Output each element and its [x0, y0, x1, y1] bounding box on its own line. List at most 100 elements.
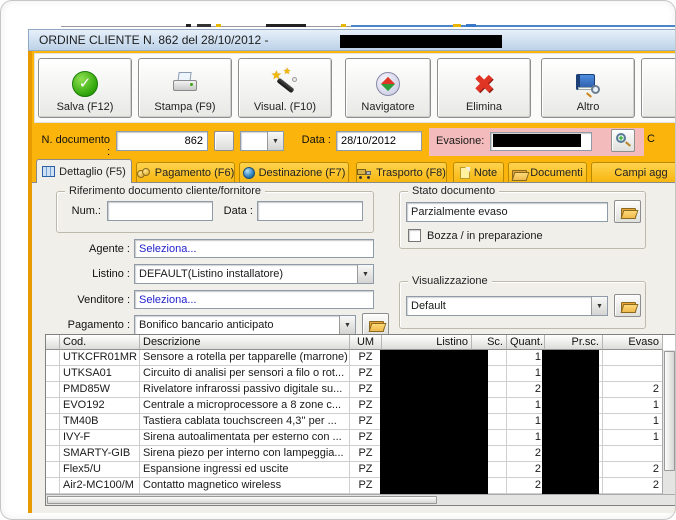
- column-header-quant[interactable]: Quant.: [507, 335, 545, 350]
- cell-evaso: 2: [603, 478, 663, 494]
- background-window-blue-edge: [351, 25, 675, 27]
- salva-button[interactable]: ✓ Salva (F12): [38, 58, 132, 118]
- elimina-button[interactable]: ✖ Elimina: [437, 58, 531, 118]
- window-titlebar[interactable]: ORDINE CLIENTE N. 862 del 28/10/2012 -: [28, 29, 675, 51]
- n-documento-label: N. documento :: [41, 134, 110, 158]
- toolbar-partial-button[interactable]: [641, 58, 675, 118]
- bozza-checkbox-row[interactable]: Bozza / in preparazione: [408, 229, 543, 242]
- column-header-cod[interactable]: Cod.: [60, 335, 140, 350]
- column-header-listino[interactable]: Listino: [382, 335, 472, 350]
- num-label: Num.:: [71, 205, 101, 217]
- cell-cod: Flex5/U: [60, 462, 140, 478]
- column-header-sc[interactable]: Sc.: [472, 335, 507, 350]
- salva-button-label: Salva (F12): [56, 101, 114, 113]
- cell-evaso: [603, 366, 663, 382]
- visualizzazione-group-label: Visualizzazione: [408, 275, 492, 287]
- coins-icon: [136, 167, 151, 179]
- cell-sel: [46, 446, 60, 462]
- magnifier-handle: [625, 141, 631, 147]
- cell-quant: 2: [507, 382, 545, 398]
- cell-sel: [46, 366, 60, 382]
- doc-number-button[interactable]: [214, 131, 234, 151]
- tab-campi-aggiuntivi[interactable]: Campi agg: [591, 162, 675, 183]
- order-lines-table: Cod. Descrizione UM Listino Sc. Quant. Pr.sc. E…: [45, 334, 675, 506]
- visualizzazione-folder-button[interactable]: [614, 294, 641, 317]
- num-input[interactable]: [107, 201, 213, 221]
- pagamento-folder-button[interactable]: [362, 313, 389, 336]
- n-documento-input[interactable]: [116, 131, 208, 151]
- printer-icon: [172, 67, 198, 101]
- cell-um: PZ: [350, 462, 382, 478]
- cell-sel: [46, 430, 60, 446]
- evasione-search-button[interactable]: +: [611, 129, 635, 152]
- table-horizontal-scrollbar[interactable]: [46, 494, 675, 505]
- bozza-checkbox-label: Bozza / in preparazione: [427, 229, 543, 242]
- table-vertical-scrollbar[interactable]: [662, 350, 675, 494]
- cell-sel: [46, 414, 60, 430]
- pagamento-label: Pagamento :: [67, 319, 130, 331]
- cell-evaso: 1: [603, 398, 663, 414]
- column-header-um[interactable]: UM: [350, 335, 382, 350]
- doc-type-combo[interactable]: ▼: [240, 131, 284, 151]
- visualizzazione-combo[interactable]: Default ▼: [406, 296, 608, 316]
- stato-documento-folder-button[interactable]: [614, 200, 641, 223]
- cell-evaso: [603, 350, 663, 366]
- riferimento-groupbox: Riferimento documento cliente/fornitore …: [56, 185, 374, 233]
- cell-sel: [46, 478, 60, 494]
- column-header-prsc[interactable]: Pr.sc.: [545, 335, 603, 350]
- navigatore-button[interactable]: Navigatore: [345, 58, 431, 118]
- pagamento-combo[interactable]: Bonifico bancario anticipato ▼: [134, 315, 356, 335]
- venditore-field[interactable]: Seleziona...: [134, 290, 374, 309]
- rif-data-input[interactable]: [257, 201, 363, 221]
- stato-documento-field[interactable]: Parzialmente evaso: [406, 202, 608, 222]
- venditore-label: Venditore :: [77, 294, 130, 306]
- cell-sel: [46, 398, 60, 414]
- cell-descr: Rivelatore infrarossi passivo digitale s…: [140, 382, 350, 398]
- data-input[interactable]: [336, 131, 422, 151]
- column-header-descr[interactable]: Descrizione: [140, 335, 350, 350]
- column-header-evaso[interactable]: Evaso: [603, 335, 663, 350]
- tab-dettaglio-label: Dettaglio (F5): [59, 165, 126, 178]
- listino-combo[interactable]: DEFAULT(Listino installatore) ▼: [134, 264, 374, 284]
- cell-cod: IVY-F: [60, 430, 140, 446]
- cell-evaso: 2: [603, 462, 663, 478]
- tab-destinazione[interactable]: Destinazione (F7): [239, 162, 349, 183]
- cell-sel: [46, 462, 60, 478]
- column-header-sel[interactable]: [46, 335, 60, 350]
- tab-pagamento-label: Pagamento (F6): [154, 167, 235, 179]
- bozza-checkbox[interactable]: [408, 229, 421, 242]
- tab-documenti[interactable]: Documenti: [508, 162, 587, 183]
- listino-combo-value: DEFAULT(Listino installatore): [139, 268, 284, 280]
- cell-quant: 2: [507, 462, 545, 478]
- cell-cod: TM40B: [60, 414, 140, 430]
- data-label: Data :: [301, 134, 331, 146]
- cell-quant: 1: [507, 414, 545, 430]
- cell-um: PZ: [350, 382, 382, 398]
- horizontal-scrollbar-thumb[interactable]: [47, 496, 437, 504]
- tab-dettaglio[interactable]: Dettaglio (F5): [36, 159, 132, 183]
- chevron-down-icon: ▼: [339, 316, 355, 334]
- tab-trasporto[interactable]: Trasporto (F8): [356, 162, 447, 183]
- stampa-button[interactable]: Stampa (F9): [138, 58, 232, 118]
- agente-field[interactable]: Seleziona...: [134, 239, 374, 258]
- background-speck: [216, 24, 221, 27]
- folder-icon: [512, 168, 528, 181]
- dettaglio-tab-panel: Riferimento documento cliente/fornitore …: [32, 182, 675, 513]
- vertical-scrollbar-thumb[interactable]: [664, 351, 675, 471]
- visualizza-button[interactable]: ★ ★ Visual. (F10): [238, 58, 332, 118]
- evasione-input[interactable]: [490, 132, 592, 151]
- delete-x-icon: ✖: [473, 69, 495, 99]
- redacted-listino-sc-values: [380, 350, 488, 494]
- tab-pagamento[interactable]: Pagamento (F6): [136, 162, 235, 183]
- altro-button[interactable]: Altro: [541, 58, 635, 118]
- navigatore-button-label: Navigatore: [361, 101, 415, 113]
- cell-cod: PMD85W: [60, 382, 140, 398]
- tab-note[interactable]: Note: [453, 162, 504, 183]
- cell-quant: 1: [507, 398, 545, 414]
- window-title: ORDINE CLIENTE N. 862 del 28/10/2012 -: [39, 33, 269, 47]
- background-speck: [197, 24, 211, 27]
- cell-um: PZ: [350, 366, 382, 382]
- cell-quant: 1: [507, 430, 545, 446]
- clipped-right-label: C: [647, 133, 655, 145]
- cell-um: PZ: [350, 350, 382, 366]
